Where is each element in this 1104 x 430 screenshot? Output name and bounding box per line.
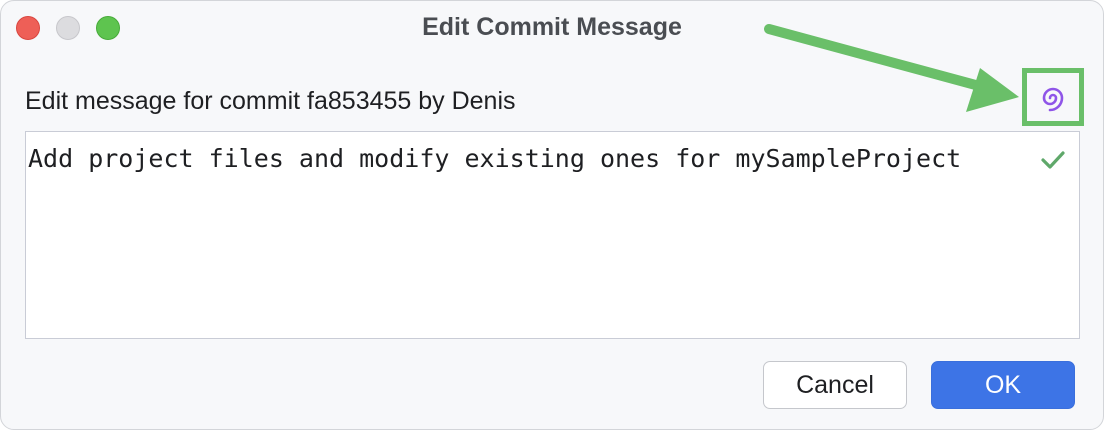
checkmark-icon [1041, 151, 1065, 169]
cancel-button[interactable]: Cancel [763, 361, 907, 409]
ok-button[interactable]: OK [931, 361, 1075, 409]
annotation-arrow [764, 24, 1019, 112]
commit-message-editor[interactable]: Add project files and modify existing on… [25, 131, 1080, 339]
commit-message-text[interactable]: Add project files and modify existing on… [28, 144, 961, 173]
ai-spiral-icon[interactable] [1038, 83, 1068, 113]
edit-commit-message-dialog: Edit Commit Message Edit message for com… [0, 0, 1104, 430]
commit-prompt-label: Edit message for commit fa853455 by Deni… [25, 87, 516, 115]
